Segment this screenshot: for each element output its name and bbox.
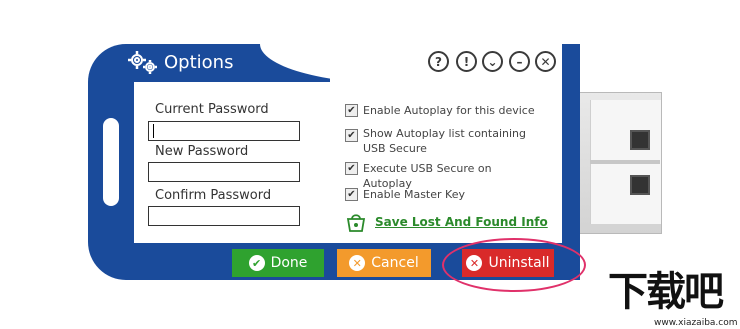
usb-lanyard-hole — [103, 118, 119, 206]
check-circle-icon: ✔ — [248, 255, 265, 271]
watermark-logo: 下载吧 — [608, 269, 724, 315]
current-password-label: Current Password — [155, 102, 269, 117]
enable-master-key-checkbox[interactable]: ✔ — [345, 188, 358, 201]
dropdown-button[interactable]: ⌄ — [482, 51, 503, 72]
info-button[interactable]: ! — [456, 51, 477, 72]
gears-icon — [128, 51, 157, 74]
show-autoplay-list-checkbox[interactable]: ✔ — [345, 129, 358, 142]
window-title: Options — [164, 52, 234, 73]
execute-on-autoplay-checkbox[interactable]: ✔ — [345, 162, 358, 175]
text-caret — [153, 124, 154, 138]
usb-pin-bottom — [630, 175, 650, 195]
current-password-input[interactable] — [148, 121, 300, 141]
new-password-label: New Password — [155, 144, 249, 159]
done-button-label: Done — [270, 255, 308, 271]
cancel-button[interactable]: ✕ Cancel — [337, 249, 431, 277]
confirm-password-label: Confirm Password — [155, 188, 272, 203]
shopping-bag-icon — [346, 214, 366, 232]
enable-autoplay-checkbox[interactable]: ✔ — [345, 104, 358, 117]
usb-plug-separator — [590, 160, 660, 164]
show-autoplay-list-label: Show Autoplay list containing USB Secure — [363, 127, 526, 155]
done-button[interactable]: ✔ Done — [232, 249, 324, 277]
watermark-url: www.xiazaiba.com — [654, 318, 738, 328]
help-button[interactable]: ? — [428, 51, 449, 72]
usb-pin-top — [630, 130, 650, 150]
enable-autoplay-label: Enable Autoplay for this device — [363, 104, 535, 117]
save-lost-found-link[interactable]: Save Lost And Found Info — [375, 215, 548, 229]
uninstall-highlight-ellipse — [442, 238, 586, 292]
cancel-button-label: Cancel — [371, 255, 419, 271]
enable-master-key-label: Enable Master Key — [363, 188, 465, 201]
close-button[interactable]: ✕ — [535, 51, 556, 72]
new-password-input[interactable] — [148, 162, 300, 182]
confirm-password-input[interactable] — [148, 206, 300, 226]
minimize-button[interactable]: – — [509, 51, 530, 72]
x-circle-icon: ✕ — [349, 255, 366, 271]
